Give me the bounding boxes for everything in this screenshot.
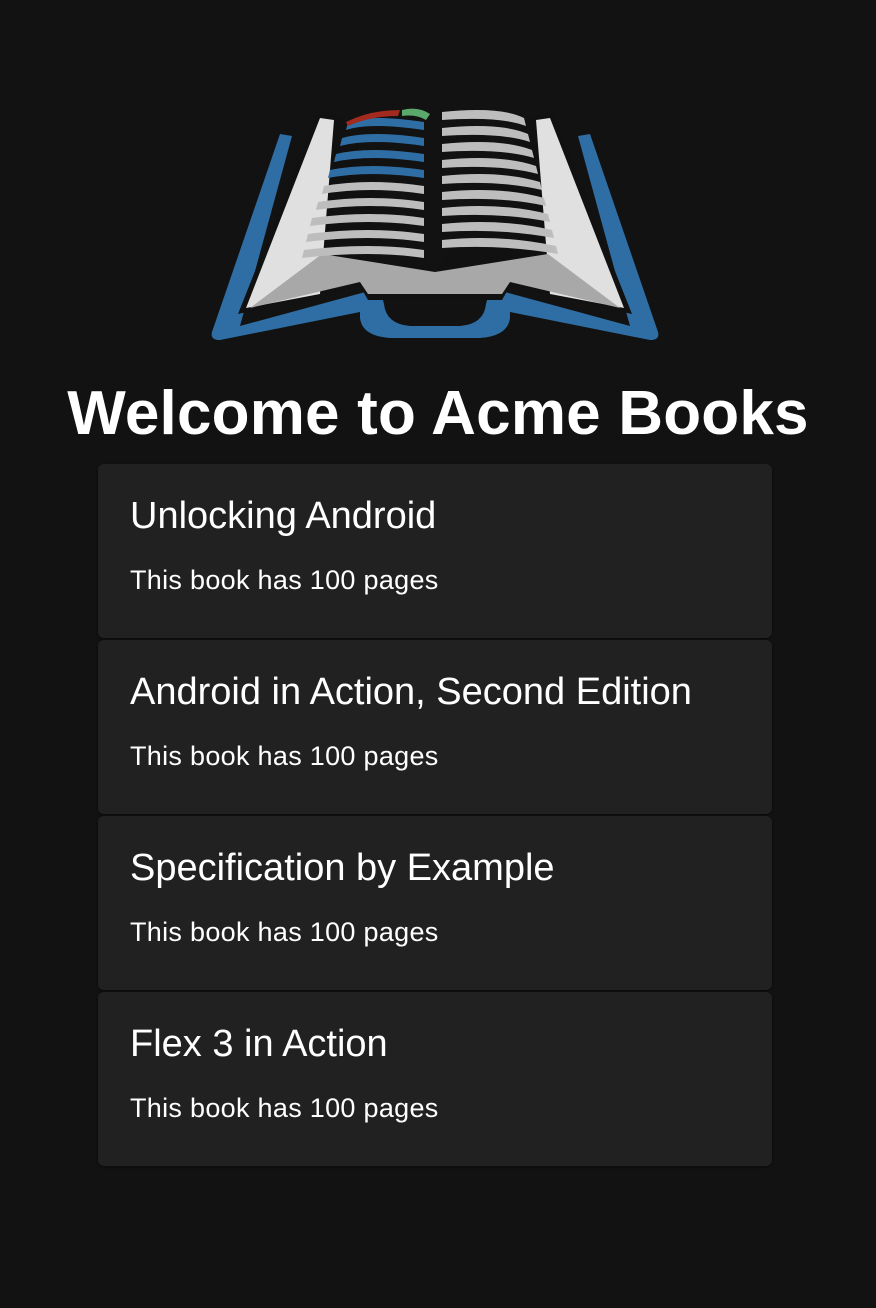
page-title: Welcome to Acme Books (67, 379, 809, 448)
book-page-count: This book has 100 pages (130, 565, 439, 595)
book-page-count: This book has 100 pages (130, 741, 439, 771)
book-card[interactable]: Android in Action, Second Edition This b… (98, 640, 772, 814)
book-title: Specification by Example (130, 847, 555, 889)
book-title: Flex 3 in Action (130, 1023, 388, 1065)
open-book-icon (211, 108, 659, 340)
book-title: Unlocking Android (130, 495, 437, 537)
book-card[interactable]: Unlocking Android This book has 100 page… (98, 464, 772, 638)
book-title: Android in Action, Second Edition (130, 671, 692, 713)
book-card[interactable]: Specification by Example This book has 1… (98, 816, 772, 990)
acme-books-logo (210, 104, 660, 344)
book-list: Unlocking Android This book has 100 page… (98, 464, 772, 1168)
book-page-count: This book has 100 pages (130, 1093, 439, 1123)
book-card[interactable]: Flex 3 in Action This book has 100 pages (98, 992, 772, 1166)
book-page-count: This book has 100 pages (130, 917, 439, 947)
